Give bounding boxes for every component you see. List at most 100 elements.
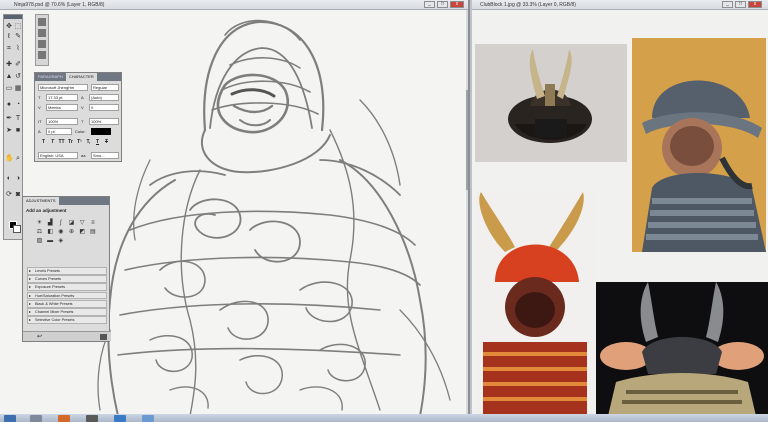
gradient-map-icon[interactable]: ▬ [47, 238, 54, 245]
shape-tool-icon[interactable]: ■ [14, 127, 22, 135]
taskbar-photoshop[interactable] [114, 415, 126, 422]
invert-icon[interactable]: ◩ [79, 229, 86, 236]
faux-italic-button[interactable]: T [49, 139, 56, 146]
pen-tool-icon[interactable]: ✒ [5, 115, 13, 123]
curves-icon[interactable]: ∫ [57, 220, 64, 227]
return-to-list-icon[interactable]: ↩ [37, 333, 42, 340]
vertical-scale-field[interactable]: 100% [46, 118, 78, 125]
taskbar-app-1[interactable] [30, 415, 42, 422]
strikethrough-button[interactable]: T [103, 139, 110, 146]
start-button[interactable] [4, 415, 16, 422]
kerning-field[interactable]: Metrics [46, 104, 78, 111]
font-family-select[interactable]: Microsoft JhengHei [38, 84, 88, 91]
panel-menu-icon[interactable] [100, 334, 107, 340]
history-brush-tool-icon[interactable]: ↺ [14, 73, 22, 81]
minimize-button[interactable]: _ [424, 1, 435, 8]
baseline-shift-field[interactable]: 0 pt [46, 128, 72, 135]
red-samurai-photo-3 [475, 192, 595, 416]
type-tool-icon[interactable]: T [14, 115, 22, 123]
toolbox-header[interactable] [4, 15, 22, 19]
vibrance-icon[interactable]: ▽ [79, 220, 86, 227]
blur-tool-icon[interactable]: ● [5, 101, 13, 109]
lasso-tool-icon[interactable]: ℓ [5, 33, 13, 41]
horizontal-scale-field[interactable]: 100% [89, 118, 119, 125]
eyedropper-tool-icon[interactable]: ⌇ [14, 45, 22, 53]
font-size-icon: T [38, 95, 41, 100]
photoshop-titlebar[interactable]: Ninja978.psd @ 70.6% (Layer 1, RGB/8) _ … [0, 0, 468, 10]
font-size-field[interactable]: 17.33 pt [46, 94, 78, 101]
taskbar-app-5[interactable] [142, 415, 154, 422]
all-caps-button[interactable]: TT [58, 139, 65, 146]
helmet-photo-1 [475, 44, 627, 162]
black-white-icon[interactable]: ◧ [47, 229, 54, 236]
canvas-vertical-scrollbar[interactable] [466, 10, 468, 416]
selective-color-icon[interactable]: ◈ [57, 238, 64, 245]
brushes-panel-icon[interactable] [38, 40, 46, 48]
preset-hue-saturation[interactable]: Hue/Saturation Presets [27, 291, 107, 300]
text-color-swatch[interactable] [91, 128, 111, 135]
eraser-tool-icon[interactable]: ▭ [5, 85, 13, 93]
posterize-icon[interactable]: ▤ [89, 229, 96, 236]
channel-mixer-icon[interactable]: ⊕ [68, 229, 75, 236]
scrollbar-thumb[interactable] [466, 90, 468, 190]
hand-tool-icon[interactable]: ✋ [5, 155, 14, 163]
history-panel-icon[interactable] [38, 18, 46, 26]
photo-filter-icon[interactable]: ◉ [57, 229, 64, 236]
font-style-select[interactable]: Regular [91, 84, 119, 91]
levels-icon[interactable]: ▟ [47, 220, 54, 227]
language-select[interactable]: English: USA [38, 152, 78, 159]
clone-stamp-tool-icon[interactable]: ▲ [5, 73, 13, 81]
reference-close-button[interactable]: x [748, 1, 762, 8]
quick-mask-icon[interactable]: ◙ [14, 191, 22, 199]
tab-adjustments[interactable]: ADJUSTMENTS [23, 197, 59, 205]
superscript-button[interactable]: T¹ [76, 139, 83, 146]
reference-minimize-button[interactable]: _ [722, 1, 733, 8]
reference-titlebar[interactable]: ClubBlock 1.jpg @ 33.3% (Layer 0, RGB/8)… [472, 0, 768, 10]
marquee-tool-icon[interactable]: ⬚ [14, 23, 22, 31]
taskbar-app-2[interactable] [58, 415, 70, 422]
3d-orbit-tool-icon[interactable]: ◑ [14, 175, 22, 183]
adjustments-panel: ADJUSTMENTS Add an adjustment ☀ ▟ ∫ ◪ ▽ … [22, 196, 111, 342]
tab-character[interactable]: CHARACTER [65, 73, 97, 81]
taskbar-app-3[interactable] [86, 415, 98, 422]
underline-button[interactable]: T [94, 139, 101, 146]
dodge-tool-icon[interactable]: ◔ [14, 101, 22, 109]
healing-tool-icon[interactable]: ✚ [5, 61, 13, 69]
zoom-tool-icon[interactable]: ⌕ [14, 155, 22, 163]
subscript-button[interactable]: T, [85, 139, 92, 146]
brush-tool-icon[interactable]: ✐ [14, 61, 22, 69]
tab-paragraph[interactable]: PARAGRAPH [35, 73, 66, 81]
antialias-select[interactable]: Smo... [91, 152, 119, 159]
preset-curves[interactable]: Curves Presets [27, 275, 107, 283]
small-caps-button[interactable]: Tr [67, 139, 74, 146]
gradient-tool-icon[interactable]: ▦ [14, 85, 22, 93]
adjustments-footer: ↩ [23, 331, 111, 341]
leading-field[interactable]: (Auto) [89, 94, 119, 101]
maximize-button[interactable]: □ [437, 1, 448, 8]
faux-bold-button[interactable]: T [40, 139, 47, 146]
path-select-tool-icon[interactable]: ➤ [5, 127, 13, 135]
quick-select-tool-icon[interactable]: ✎ [14, 33, 22, 41]
hue-saturation-icon[interactable]: ≡ [89, 220, 96, 227]
preset-selective-color[interactable]: Selective Color Presets [27, 316, 107, 324]
background-color-swatch[interactable] [13, 225, 21, 233]
close-button[interactable]: x [450, 1, 464, 8]
preset-black-white[interactable]: Black & White Presets [27, 299, 107, 308]
document-title: Ninja978.psd @ 70.6% (Layer 1, RGB/8) [14, 2, 105, 8]
brightness-contrast-icon[interactable]: ☀ [36, 220, 43, 227]
crop-tool-icon[interactable]: ⌗ [5, 45, 13, 53]
tracking-field[interactable]: 0 [89, 104, 119, 111]
color-balance-icon[interactable]: ⚖ [36, 229, 43, 236]
rotate-view-tool-icon[interactable]: ⟳ [5, 191, 13, 199]
navigator-panel-icon[interactable] [38, 51, 46, 59]
3d-rotate-tool-icon[interactable]: ◐ [5, 175, 13, 183]
preset-exposure[interactable]: Exposure Presets [27, 283, 107, 292]
move-tool-icon[interactable]: ✥ [5, 23, 13, 31]
preset-channel-mixer[interactable]: Channel Mixer Presets [27, 307, 107, 316]
reference-maximize-button[interactable]: □ [735, 1, 746, 8]
exposure-icon[interactable]: ◪ [68, 220, 75, 227]
actions-panel-icon[interactable] [38, 29, 46, 37]
vertical-scale-icon: IT [38, 119, 42, 124]
preset-levels[interactable]: Levels Presets [27, 267, 107, 275]
threshold-icon[interactable]: ▨ [36, 238, 43, 245]
